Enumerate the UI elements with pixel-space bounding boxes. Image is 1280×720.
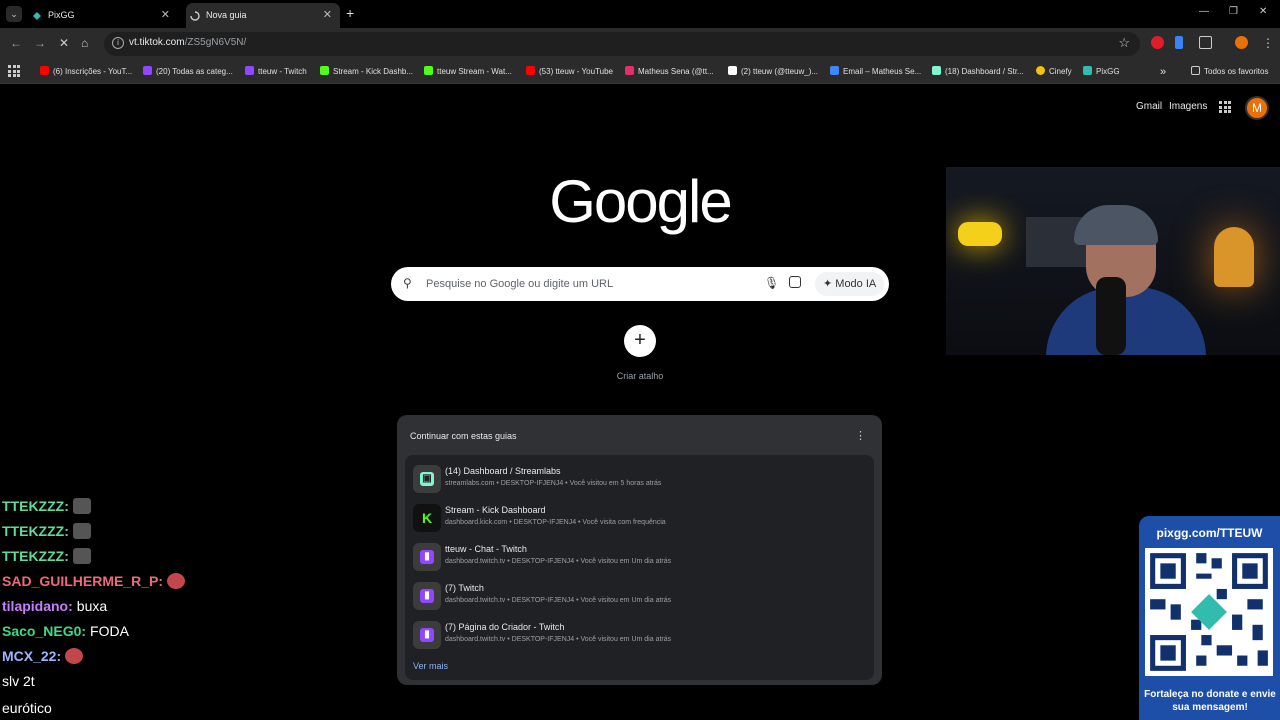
address-bar[interactable]: i vt.tiktok.com/ZS5gN6V5N/ ☆ xyxy=(104,32,1140,56)
bookmark-item[interactable]: Cinefy xyxy=(1036,64,1072,80)
list-item[interactable]: ▮ (7) Página do Criador - Twitch dashboa… xyxy=(405,616,874,654)
chat-message: TTEKZZZ: xyxy=(2,523,91,539)
bookmarks-overflow-button[interactable]: » xyxy=(1160,64,1166,80)
google-lens-icon[interactable] xyxy=(789,276,801,288)
extension-red-icon[interactable] xyxy=(1151,36,1164,49)
chat-message: slv 2t xyxy=(2,673,35,689)
bookmark-item[interactable]: (53) tteuw - YouTube xyxy=(526,64,613,80)
donate-qr-overlay: pixgg.com/TTEUW Fortaleça no donate e en… xyxy=(1139,516,1280,720)
browser-toolbar: ← → ✕ ⌂ i vt.tiktok.com/ZS5gN6V5N/ ☆ ⋮ xyxy=(0,28,1280,60)
google-apps-icon[interactable] xyxy=(1219,101,1231,113)
bookmark-item[interactable]: tteuw - Twitch xyxy=(245,64,307,80)
continue-tabs-panel: Continuar com estas guias ⋮ ▣ (14) Dashb… xyxy=(397,415,882,685)
forward-icon[interactable]: → xyxy=(34,36,46,50)
emote-icon xyxy=(65,648,84,664)
extensions-puzzle-icon[interactable] xyxy=(1199,36,1212,49)
google-logo: Google xyxy=(549,168,732,235)
twitch-icon: ▮ xyxy=(413,543,441,571)
bookmark-star-icon[interactable]: ☆ xyxy=(1118,35,1130,51)
emote-icon xyxy=(167,573,186,589)
yellow-lamp xyxy=(958,222,1002,246)
qr-code-image xyxy=(1145,548,1273,676)
emote-icon xyxy=(72,498,91,514)
new-tab-page: Gmail Imagens M Google ⚲ Pesquise no Goo… xyxy=(0,85,1280,720)
bookmark-item[interactable]: (2) tteuw (@tteuw_)... xyxy=(728,64,818,80)
webcam-overlay xyxy=(946,167,1280,355)
chat-message: Saco_NEG0: FODA xyxy=(2,623,129,639)
search-input[interactable]: Pesquise no Google ou digite um URL xyxy=(426,278,613,290)
google-account-avatar[interactable]: M xyxy=(1245,96,1269,120)
panel-menu-icon[interactable]: ⋮ xyxy=(855,429,866,442)
tab-title: PixGG xyxy=(48,10,75,20)
chat-message: eurótico xyxy=(2,700,52,716)
menu-kebab-icon[interactable]: ⋮ xyxy=(1262,36,1274,50)
donate-url: pixgg.com/TTEUW xyxy=(1156,526,1263,540)
url-text[interactable]: vt.tiktok.com/ZS5gN6V5N/ xyxy=(129,37,246,48)
orange-lamp xyxy=(1214,227,1254,287)
bookmark-item[interactable]: PixGG xyxy=(1083,64,1120,80)
profile-avatar[interactable] xyxy=(1235,36,1248,49)
bookmark-item[interactable]: Matheus Sena (@tt... xyxy=(625,64,714,80)
tab-pixgg[interactable]: PixGG ✕ xyxy=(28,3,178,28)
bookmark-item[interactable]: Email – Matheus Se... xyxy=(830,64,921,80)
kick-icon: K xyxy=(413,504,441,532)
microphone-stand xyxy=(1096,277,1126,355)
tab-search-button[interactable]: ⌄ xyxy=(6,6,22,22)
back-icon[interactable]: ← xyxy=(10,36,22,50)
tab-new-tab[interactable]: Nova guia ✕ xyxy=(186,3,340,28)
extension-audio-icon[interactable] xyxy=(1175,36,1183,49)
restore-button[interactable]: ❐ xyxy=(1229,6,1238,17)
list-item[interactable]: K Stream - Kick Dashboard dashboard.kick… xyxy=(405,499,874,537)
list-item[interactable]: ▮ (7) Twitch dashboard.twitch.tv • DESKT… xyxy=(405,577,874,615)
close-icon[interactable]: ✕ xyxy=(323,3,332,28)
search-icon: ⚲ xyxy=(403,276,412,290)
chat-message: TTEKZZZ: xyxy=(2,548,91,564)
loading-icon xyxy=(190,11,200,21)
new-tab-button[interactable]: + xyxy=(346,5,354,21)
twitch-icon: ▮ xyxy=(413,621,441,649)
microphone-icon[interactable]: 🎙 xyxy=(764,276,779,290)
chat-message: TTEKZZZ: xyxy=(2,498,91,514)
all-bookmarks-button[interactable]: Todos os favoritos xyxy=(1191,64,1268,80)
list-item[interactable]: ▣ (14) Dashboard / Streamlabs streamlabs… xyxy=(405,460,874,498)
stop-icon[interactable]: ✕ xyxy=(59,36,69,50)
gmail-link[interactable]: Gmail xyxy=(1136,101,1162,112)
bookmark-item[interactable]: (6) Inscrições - YouT... xyxy=(40,64,132,80)
chat-message: tilapidano: buxa xyxy=(2,598,108,614)
bookmark-item[interactable]: (18) Dashboard / Str... xyxy=(932,64,1024,80)
emote-icon xyxy=(72,548,91,564)
chat-message: MCX_22: xyxy=(2,648,84,664)
close-window-button[interactable]: ✕ xyxy=(1259,6,1267,17)
tab-strip: ⌄ PixGG ✕ Nova guia ✕ + — ❐ ✕ xyxy=(0,0,1280,28)
list-item[interactable]: ▮ tteuw - Chat - Twitch dashboard.twitch… xyxy=(405,538,874,576)
bookmarks-bar: (6) Inscrições - YouT... (20) Todas as c… xyxy=(0,60,1280,84)
chat-message: SAD_GUILHERME_R_P: xyxy=(2,573,186,589)
streamlabs-icon: ▣ xyxy=(413,465,441,493)
bookmark-item[interactable]: tteuw Stream - Wat... xyxy=(424,64,512,80)
bookmark-item[interactable]: Stream - Kick Dashb... xyxy=(320,64,413,80)
close-icon[interactable]: ✕ xyxy=(161,3,170,28)
apps-grid-icon[interactable] xyxy=(8,65,20,77)
add-shortcut-label: Criar atalho xyxy=(616,371,664,381)
images-link[interactable]: Imagens xyxy=(1169,101,1207,112)
streamer-cap xyxy=(1074,205,1158,245)
search-box[interactable]: ⚲ Pesquise no Google ou digite um URL 🎙 … xyxy=(391,267,889,301)
home-icon[interactable]: ⌂ xyxy=(81,36,88,50)
add-shortcut-button[interactable]: + xyxy=(624,325,656,357)
panel-heading: Continuar com estas guias xyxy=(410,431,517,441)
twitch-icon: ▮ xyxy=(413,582,441,610)
minimize-button[interactable]: — xyxy=(1199,6,1209,17)
panel-list: ▣ (14) Dashboard / Streamlabs streamlabs… xyxy=(405,455,874,680)
pixgg-icon xyxy=(33,12,41,20)
tab-title: Nova guia xyxy=(206,10,247,20)
see-more-link[interactable]: Ver mais xyxy=(413,661,448,671)
ai-mode-button[interactable]: ✦ Modo IA xyxy=(815,272,885,296)
donate-message: Fortaleça no donate e envie sua mensagem… xyxy=(1144,689,1276,713)
streamer-body xyxy=(1046,287,1206,355)
site-info-icon[interactable]: i xyxy=(112,37,124,49)
bookmark-item[interactable]: (20) Todas as categ... xyxy=(143,64,233,80)
emote-icon xyxy=(72,523,91,539)
